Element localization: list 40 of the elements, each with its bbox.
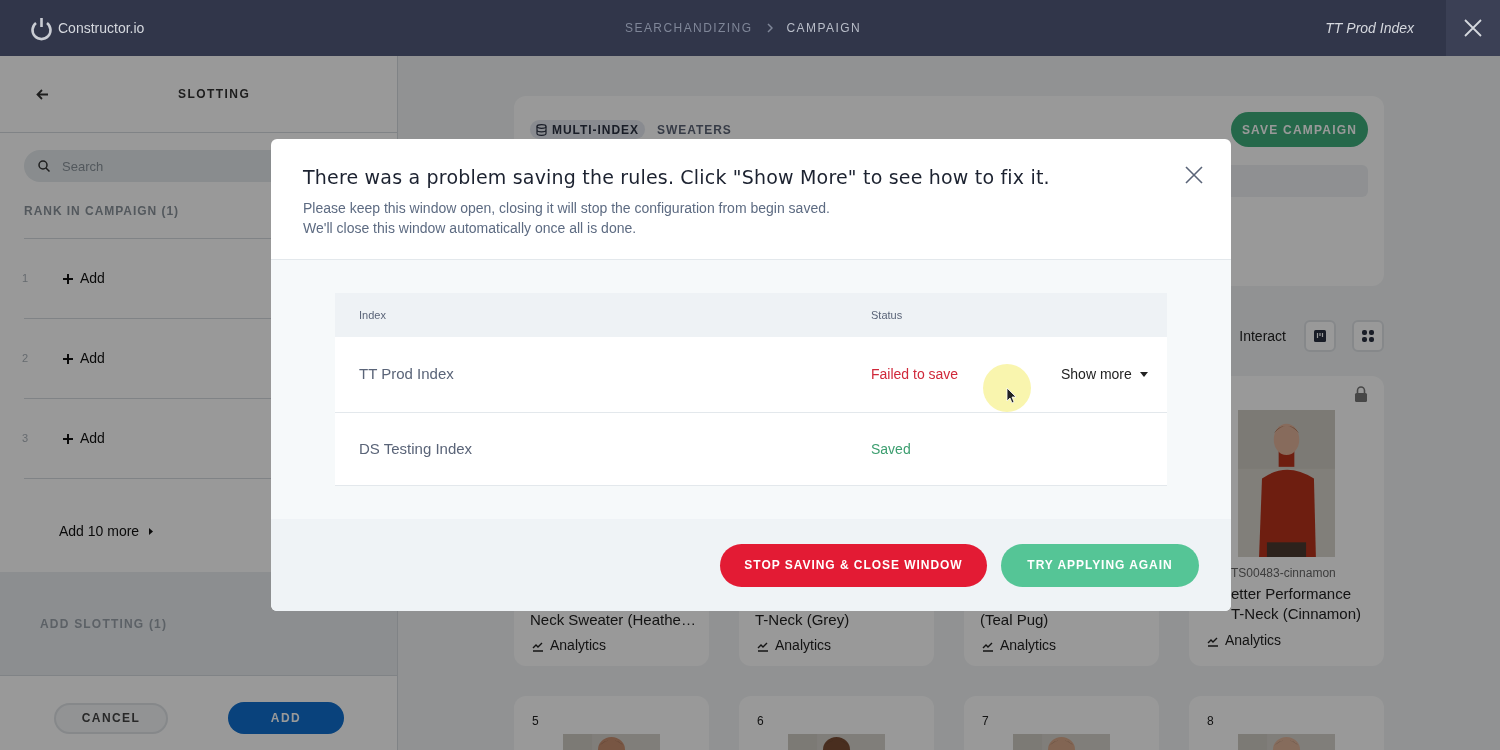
breadcrumb-current: CAMPAIGN	[786, 20, 862, 37]
interact-label: Interact	[1239, 326, 1286, 346]
add-more-button[interactable]: Add 10 more	[59, 521, 154, 542]
index-label: TT Prod Index	[1325, 18, 1414, 38]
card-number: 6	[757, 713, 765, 730]
index-name: DS Testing Index	[359, 438, 474, 459]
add-slot-button[interactable]: Add	[62, 268, 105, 289]
product-card[interactable]: 7	[964, 696, 1159, 750]
card-number: 5	[532, 713, 540, 730]
analytics-link[interactable]: Analytics	[532, 635, 709, 656]
product-title: T-Neck (Grey)	[755, 611, 851, 629]
product-card[interactable]: 8	[1189, 696, 1384, 750]
status-text: Saved	[871, 439, 912, 459]
index-name: TT Prod Index	[359, 364, 455, 385]
product-card[interactable]: 6	[739, 696, 934, 750]
logo-text: Constructor.io	[58, 18, 145, 38]
add-button[interactable]: ADD	[228, 702, 344, 734]
add-slot-button[interactable]: Add	[62, 348, 105, 369]
product-title: Neck Sweater (Heathe…	[530, 611, 697, 629]
cancel-button[interactable]: CANCEL	[54, 702, 168, 734]
product-card[interactable]: 5	[514, 696, 709, 750]
dialog-message: Please keep this window open, closing it will stop the configuration from begin saved. We'll close this window automatically once all is done.	[303, 198, 830, 238]
product-code: TS00483-cinnamon	[1231, 565, 1337, 581]
index-chip: MULTI-INDEX	[530, 120, 645, 139]
add-slot-button[interactable]: Add	[62, 428, 105, 449]
show-more-button[interactable]: Show more	[1061, 364, 1148, 385]
column-header: Status	[871, 307, 903, 323]
section-label: RANK IN CAMPAIGN (1)	[24, 203, 179, 220]
analytics-link[interactable]: Analytics	[982, 635, 1159, 656]
card-number: 7	[982, 713, 990, 730]
category-label: SWEATERS	[657, 121, 732, 139]
product-title: (Teal Pug)	[980, 611, 1050, 629]
panel-title: SLOTTING	[178, 86, 251, 103]
column-header: Index	[359, 307, 387, 323]
stop-saving-button[interactable]: STOP SAVING & CLOSE WINDOW	[720, 543, 987, 587]
analytics-link[interactable]: Analytics	[757, 635, 934, 656]
product-title: etter Performance T-Neck (Cinnamon)	[1231, 584, 1363, 624]
card-number: 8	[1207, 713, 1215, 730]
status-text: Failed to save	[871, 365, 960, 384]
analytics-link[interactable]: Analytics	[1207, 630, 1384, 651]
